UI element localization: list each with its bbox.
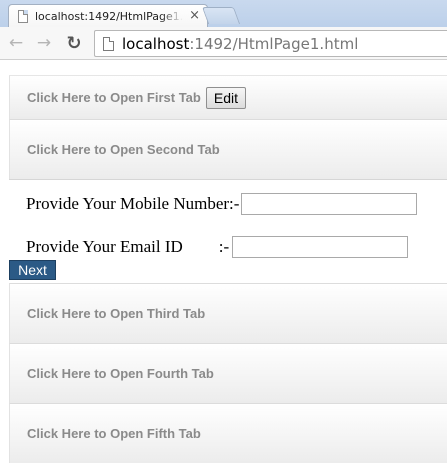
- accordion-header-second[interactable]: Click Here to Open Second Tab: [9, 119, 447, 179]
- accordion-header-first[interactable]: Click Here to Open First Tab Edit: [9, 75, 447, 119]
- accordion-header-label: Click Here to Open Third Tab: [27, 306, 206, 321]
- accordion-header-fifth[interactable]: Click Here to Open Fifth Tab: [9, 403, 447, 463]
- mobile-number-input[interactable]: [241, 193, 418, 215]
- accordion-header-third[interactable]: Click Here to Open Third Tab: [9, 283, 447, 343]
- browser-tab-strip: localhost:1492/HtmlPage1.html ×: [0, 0, 447, 27]
- accordion-header-fourth[interactable]: Click Here to Open Fourth Tab: [9, 343, 447, 403]
- email-input[interactable]: [232, 236, 409, 258]
- accordion-header-label: Click Here to Open Second Tab: [27, 142, 220, 157]
- mobile-number-label: Provide Your Mobile Number:-: [26, 194, 240, 213]
- browser-tab-title: localhost:1492/HtmlPage1.html: [35, 9, 183, 23]
- accordion: Click Here to Open First Tab Edit Click …: [9, 75, 447, 463]
- address-bar[interactable]: localhost:1492/HtmlPage1.html: [94, 30, 447, 57]
- page-icon: [103, 36, 114, 51]
- email-label: Provide Your Email ID: [26, 237, 183, 256]
- url-path: :1492/HtmlPage1.html: [189, 34, 359, 53]
- browser-tab[interactable]: localhost:1492/HtmlPage1.html ×: [8, 4, 208, 27]
- accordion-header-label: Click Here to Open Fifth Tab: [27, 426, 201, 441]
- forward-arrow-icon[interactable]: →: [33, 32, 55, 54]
- back-arrow-icon[interactable]: ←: [5, 32, 27, 54]
- new-tab-button[interactable]: [201, 7, 241, 24]
- url-host: localhost: [122, 34, 190, 53]
- address-url: localhost:1492/HtmlPage1.html: [122, 35, 358, 53]
- email-row: Provide Your Email ID :-: [26, 236, 409, 258]
- edit-button[interactable]: Edit: [205, 86, 246, 109]
- close-tab-icon[interactable]: ×: [189, 8, 200, 24]
- browser-toolbar: ← → ↻ localhost:1492/HtmlPage1.html: [0, 27, 447, 60]
- page-content: Click Here to Open First Tab Edit Click …: [0, 61, 447, 463]
- accordion-header-label: Click Here to Open First Tab: [27, 90, 201, 105]
- email-label-separator: :-: [218, 237, 230, 256]
- reload-icon[interactable]: ↻: [63, 32, 85, 54]
- accordion-panel-second: Provide Your Mobile Number:- Provide You…: [9, 179, 447, 283]
- accordion-header-label: Click Here to Open Fourth Tab: [27, 366, 214, 381]
- next-button[interactable]: Next: [9, 260, 56, 280]
- page-icon: [18, 9, 28, 23]
- mobile-number-row: Provide Your Mobile Number:-: [26, 193, 418, 215]
